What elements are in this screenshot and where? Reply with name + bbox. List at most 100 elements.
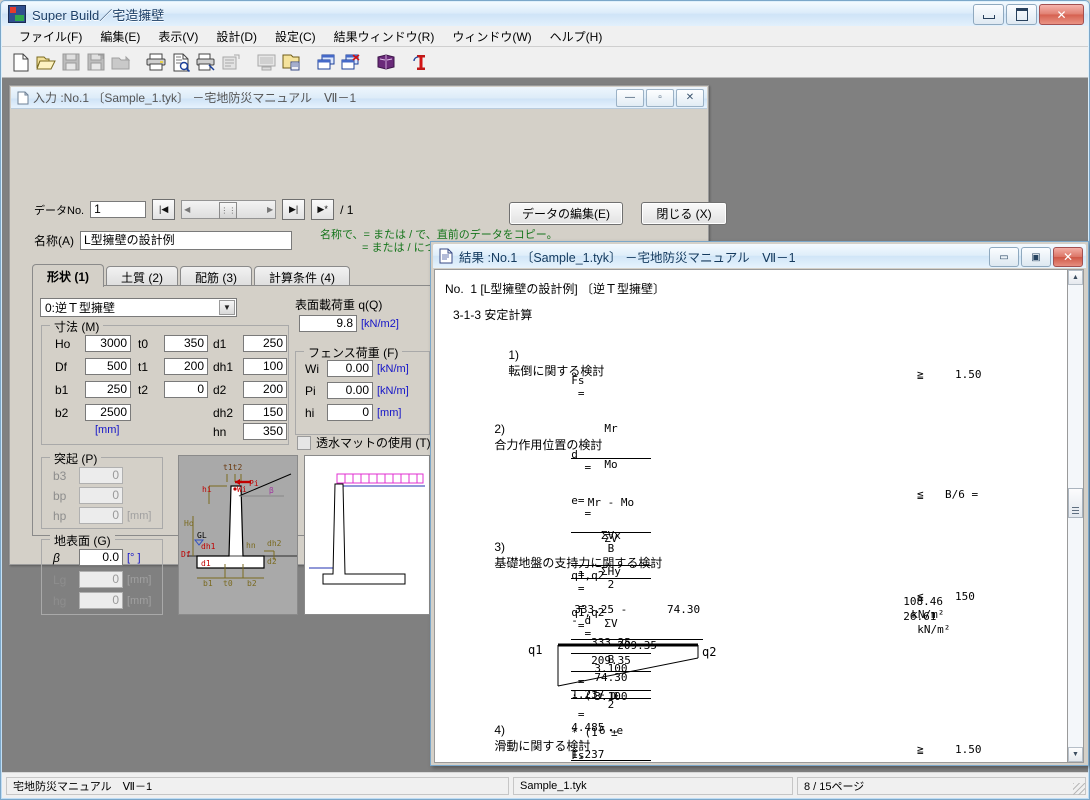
input-Wi[interactable] [327,360,373,377]
close-dialog-button[interactable]: 閉じる (X) [641,202,727,225]
input-hp[interactable] [79,507,123,524]
last-record-button[interactable]: ▶| [282,199,306,220]
label-hn: hn [213,424,227,439]
label-b1: b1 [55,382,69,397]
svg-text:Wi: Wi [237,485,247,494]
menu-help[interactable]: ヘルプ(H) [541,26,612,47]
new-file-icon[interactable] [9,50,33,74]
slider-left-arrow[interactable]: ◀ [184,205,190,214]
input-b1[interactable] [85,381,131,398]
close-windows-icon[interactable] [339,50,363,74]
label-hp: hp [53,508,67,523]
input-Df[interactable] [85,358,131,375]
exit-icon[interactable] [409,50,433,74]
drain-mat-row[interactable]: 透水マットの使用 (T) [297,434,431,451]
manual-book-icon[interactable] [374,50,398,74]
item-2-limit: B/6 = [945,488,979,501]
input-surface-load[interactable] [299,315,357,332]
menu-result-window[interactable]: 結果ウィンドウ(R) [325,26,444,47]
scroll-down-button[interactable]: ▼ [1068,747,1083,762]
tab-soil[interactable]: 土質 (2) [106,266,179,287]
chevron-down-icon[interactable]: ▼ [219,300,235,315]
input-t1[interactable] [164,358,208,375]
result-content[interactable]: No. 1 [L型擁壁の設計例] 〔逆Ｔ型擁壁〕 3-1-3 安定計算 1) 転… [434,269,1068,763]
item-3-limit: 150 [955,590,975,603]
scroll-up-button[interactable]: ▲ [1068,270,1083,285]
input-t0[interactable] [164,335,208,352]
close-button[interactable]: ✕ [1039,4,1084,25]
input-bp[interactable] [79,487,123,504]
field-t0: t0 [138,335,208,352]
slider-right-arrow[interactable]: ▶ [267,205,273,214]
tab-rebar[interactable]: 配筋 (3) [180,266,253,287]
input-d1[interactable] [243,335,287,352]
input-beta[interactable] [79,549,123,566]
input-hn[interactable] [243,423,287,440]
scroll-thumb[interactable] [1068,488,1083,518]
item-3-lhs2: q1,q2 [571,605,605,619]
wall-type-select[interactable]: 0:逆Ｔ型擁壁 ▼ [40,298,237,317]
label-b3: b3 [53,468,67,483]
app-icon [8,5,26,23]
input-Lg[interactable] [79,571,123,588]
cascade-windows-icon[interactable] [314,50,338,74]
minimize-button[interactable] [973,4,1004,25]
item-3-cmp: ≦ [917,590,924,603]
print-preview-icon[interactable] [169,50,193,74]
open-folder-icon[interactable] [34,50,58,74]
print-setup-icon[interactable] [194,50,218,74]
item-3-v-f2-num: 6 * 0.313 [571,762,650,763]
tab-shape[interactable]: 形状 (1) [32,264,105,287]
wall-section-diagram: t1t2 Pi hi Wi β Ho GL dh1 hn dh2 Df d1 d… [178,455,298,615]
item-3-lhs: q1,q2 [571,568,605,582]
result-close-button[interactable]: ✕ [1053,247,1083,267]
label-d2: d2 [213,382,227,397]
input-Ho[interactable] [85,335,131,352]
input-dh1[interactable] [243,358,287,375]
menu-settings[interactable]: 設定(C) [266,26,325,47]
slider-thumb[interactable]: ⋮⋮ [219,202,238,219]
input-minimize-button[interactable]: — [616,89,644,107]
field-Lg: Lg [mm] [53,571,151,588]
label-b2: b2 [55,405,69,420]
result-vertical-scrollbar[interactable]: ▲ ▼ [1067,269,1084,763]
input-hi[interactable] [327,404,373,421]
result-window-title: 結果 :No.1 〔Sample_1.tyk〕 －宅地防災マニュアル Ⅶ－1 [459,250,796,265]
resize-grip-icon[interactable] [1073,783,1085,795]
input-b2[interactable] [85,404,131,421]
menu-design[interactable]: 設計(D) [207,26,266,47]
input-maximize-button[interactable]: ▫ [646,89,674,107]
input-window-controls: — ▫ ✕ [616,89,704,107]
field-t1: t1 [138,358,208,375]
menu-window[interactable]: ウィンドウ(W) [443,26,540,47]
menu-file[interactable]: ファイル(F) [10,26,91,47]
input-close-button[interactable]: ✕ [676,89,704,107]
data-no-input[interactable] [90,201,147,218]
item-3-q-bot-value: 26.61 [903,610,937,623]
input-Pi[interactable] [327,382,373,399]
input-dh2[interactable] [243,404,287,421]
svg-text:b2: b2 [247,579,257,588]
open-data-icon[interactable] [279,50,303,74]
maximize-button[interactable] [1006,4,1037,25]
print-icon[interactable] [144,50,168,74]
input-d2[interactable] [243,381,287,398]
edit-data-button[interactable]: データの編集(E) [509,202,623,225]
field-dh1: dh1 [213,358,287,375]
input-t2[interactable] [164,381,208,398]
first-record-button[interactable]: |◀ [152,199,176,220]
field-b3: b3 [53,467,123,484]
pressure-label-q2: q2 [702,645,716,659]
name-input[interactable] [80,231,292,250]
result-minimize-button[interactable]: ▭ [989,247,1019,267]
record-slider[interactable]: ◀ ⋮⋮ ▶ [181,200,277,219]
input-hg[interactable] [79,592,123,609]
result-maximize-button[interactable]: ▣ [1021,247,1051,267]
drain-mat-checkbox[interactable] [297,435,311,450]
tab-calc-cond[interactable]: 計算条件 (4) [254,266,351,287]
new-record-button[interactable]: ▶* [311,199,335,220]
menu-edit[interactable]: 編集(E) [91,26,149,47]
name-row: 名称(A) [34,231,292,250]
menu-view[interactable]: 表示(V) [149,26,207,47]
input-b3[interactable] [79,467,123,484]
